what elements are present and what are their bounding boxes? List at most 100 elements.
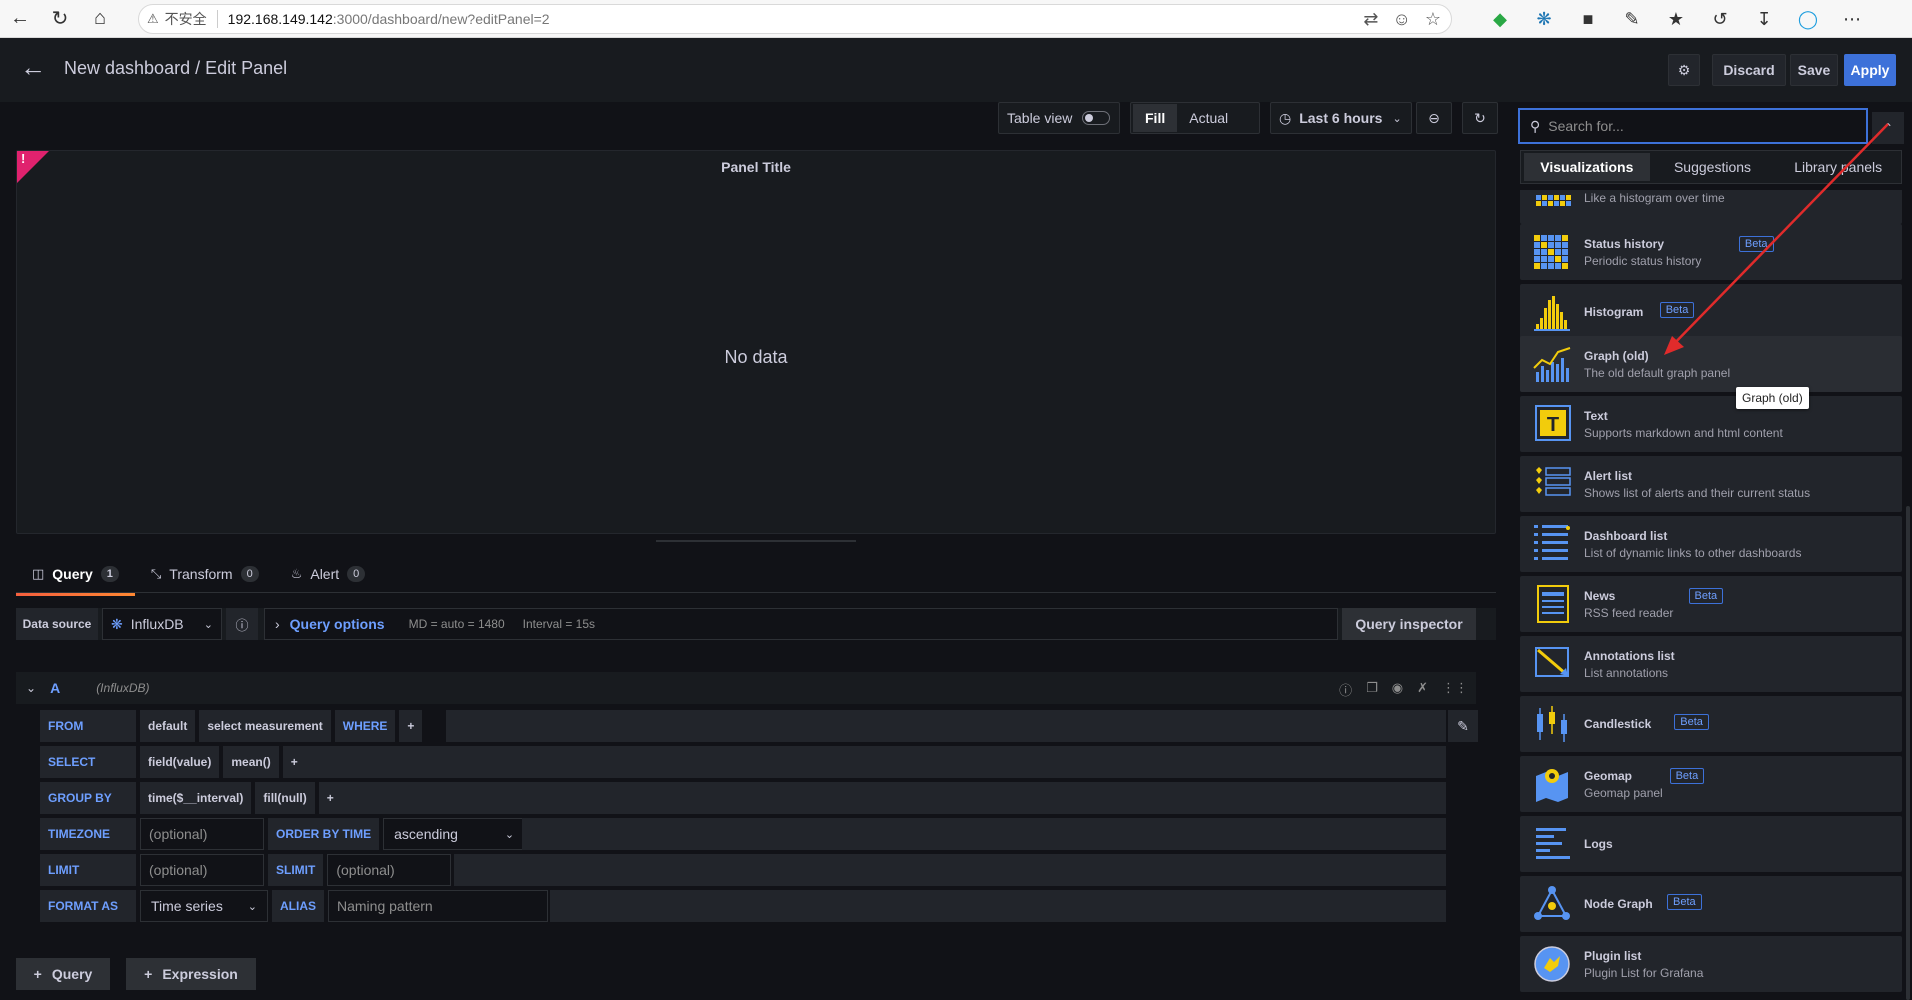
viz-item-name: Status history <box>1584 236 1665 251</box>
discard-button[interactable]: Discard <box>1712 54 1786 86</box>
zoom-out-button[interactable]: ⊖ <box>1416 102 1452 134</box>
drag-handle-icon[interactable]: ⋮⋮ <box>1442 680 1468 699</box>
back-icon[interactable]: ← <box>0 0 40 38</box>
viz-item-dashboard-list[interactable]: Dashboard list List of dynamic links to o… <box>1520 516 1902 572</box>
favorite-icon[interactable]: ☆ <box>1425 9 1441 30</box>
raw-query-button[interactable]: ✎ <box>1448 710 1478 742</box>
edge-icon[interactable]: ◯ <box>1786 9 1830 30</box>
home-icon[interactable]: ⌂ <box>80 0 120 38</box>
tab-library-panels[interactable]: Library panels <box>1775 153 1901 181</box>
add-query-button[interactable]: + Query <box>16 958 110 990</box>
beta-badge: Beta <box>1738 236 1774 252</box>
viz-item-geomap[interactable]: Geomap Geomap panel Beta <box>1520 756 1902 812</box>
viz-item-node-graph[interactable]: Node Graph Beta <box>1520 876 1902 932</box>
pane-resize-handle[interactable] <box>656 540 856 542</box>
help-icon[interactable]: ⓘ <box>1339 680 1352 699</box>
viz-item-news[interactable]: News RSS feed reader Beta <box>1520 576 1902 632</box>
toggle-switch[interactable] <box>1082 111 1111 125</box>
tab-query[interactable]: ◫ Query 1 <box>16 556 135 596</box>
datasource-picker[interactable]: ❋ InfluxDB ⌄ <box>102 608 222 640</box>
select-field[interactable]: field(value) <box>140 746 220 778</box>
viz-item-heatmap[interactable]: Like a histogram over time <box>1520 190 1902 224</box>
viz-search-input[interactable]: ⚲ Search for... <box>1518 108 1868 144</box>
viz-item-histogram[interactable]: Histogram Beta <box>1520 284 1902 340</box>
more-icon[interactable]: ⋯ <box>1830 9 1874 30</box>
viz-item-text: Histogram <box>1584 305 1643 319</box>
beta-badge: Beta <box>1674 714 1709 730</box>
viz-item-alert-list[interactable]: Alert list Shows list of alerts and their… <box>1520 456 1902 512</box>
viz-item-description: List annotations <box>1584 665 1669 680</box>
retention-policy[interactable]: default <box>140 710 196 742</box>
add-group-by-button[interactable]: + <box>318 782 342 814</box>
scrollbar[interactable] <box>1906 506 1910 1000</box>
extension-icon[interactable]: ❋ <box>1522 9 1566 30</box>
settings-button[interactable]: ⚙ <box>1668 54 1700 86</box>
heatmap-icon <box>1528 190 1576 216</box>
limit-input[interactable]: (optional) <box>140 854 264 886</box>
measurement-select[interactable]: select measurement <box>199 710 331 742</box>
reload-icon[interactable]: ↻ <box>40 0 80 38</box>
address-bar[interactable]: ⚠ 不安全 192.168.149.142:3000/dashboard/new… <box>138 4 1452 34</box>
add-select-button[interactable]: + <box>282 746 306 778</box>
add-where-button[interactable]: + <box>399 710 423 742</box>
actual-option[interactable]: Actual <box>1177 104 1240 132</box>
viz-item-annotations-list[interactable]: Annotations list List annotations <box>1520 636 1902 692</box>
group-by-fill[interactable]: fill(null) <box>255 782 315 814</box>
eye-icon[interactable]: ◉ <box>1392 680 1403 699</box>
tab-alert[interactable]: ♨ Alert 0 <box>275 556 382 592</box>
back-arrow-icon[interactable]: ← <box>20 52 46 83</box>
trash-icon[interactable]: ✗ <box>1417 680 1428 699</box>
datasource-help-button[interactable]: ⓘ <box>226 608 258 640</box>
reader-icon[interactable]: ☺ <box>1392 9 1410 30</box>
viz-item-status-history[interactable]: Status history Periodic status history Bet… <box>1520 224 1902 280</box>
tab-visualizations[interactable]: Visualizations <box>1524 153 1650 181</box>
game-icon[interactable]: ■ <box>1566 9 1610 30</box>
viz-item-graph[interactable]: Graph (old) The old default graph panel <box>1520 336 1902 392</box>
group-by-time[interactable]: time($__interval) <box>140 782 252 814</box>
timezone-input[interactable]: (optional) <box>140 818 264 850</box>
collapse-picker-button[interactable]: ⌃ <box>1872 112 1904 144</box>
format-as-select[interactable]: Time series ⌄ <box>140 890 268 922</box>
chevron-down-icon[interactable]: ⌄ <box>26 681 36 695</box>
query-options[interactable]: › Query options MD = auto = 1480 Interva… <box>264 608 1338 640</box>
table-view-toggle[interactable]: Table view <box>998 102 1120 134</box>
refresh-button[interactable]: ↻ <box>1462 102 1498 134</box>
download-icon[interactable]: ↧ <box>1742 9 1786 30</box>
vertical-splitter[interactable] <box>1498 102 1506 1000</box>
time-range-picker[interactable]: ◷ Last 6 hours ⌄ <box>1270 102 1412 134</box>
format-as-keyword: FORMAT AS <box>40 890 136 922</box>
query-line-select: SELECT field(value) mean() + <box>40 746 1446 778</box>
viz-item-name: Histogram <box>1584 305 1644 319</box>
alias-input[interactable]: Naming pattern <box>328 890 548 922</box>
order-by-select[interactable]: ascending ⌄ <box>383 818 526 850</box>
tab-suggestions[interactable]: Suggestions <box>1650 153 1776 181</box>
add-expression-button[interactable]: + Expression <box>126 958 256 990</box>
line-filler <box>340 782 1446 814</box>
select-function[interactable]: mean() <box>223 746 279 778</box>
viz-item-plugin-list[interactable]: Plugin list Plugin List for Grafana <box>1520 936 1902 992</box>
panel-title[interactable]: Panel Title <box>17 159 1495 175</box>
divider <box>16 592 1496 593</box>
bell-icon: ♨ <box>290 566 303 581</box>
viz-item-candlestick[interactable]: Candlestick Beta <box>1520 696 1902 752</box>
text-icon: T <box>1528 404 1576 444</box>
tab-transform[interactable]: ⤡ Transform 0 <box>135 556 275 592</box>
beta-badge: Beta <box>1659 302 1695 318</box>
translate-icon[interactable]: ⇄ <box>1363 9 1378 30</box>
slimit-input[interactable]: (optional) <box>327 854 452 886</box>
viz-item-logs[interactable]: Logs <box>1520 816 1902 872</box>
viz-item-text[interactable]: T Text Supports markdown and html content <box>1520 396 1902 452</box>
duplicate-icon[interactable]: ❐ <box>1366 680 1378 699</box>
apply-button[interactable]: Apply <box>1844 54 1896 86</box>
history-icon[interactable]: ↺ <box>1698 9 1742 30</box>
query-ref-id[interactable]: A <box>50 680 60 696</box>
save-button[interactable]: Save <box>1790 54 1838 86</box>
query-line-format: FORMAT AS Time series ⌄ ALIAS Naming pat… <box>40 890 1446 922</box>
viz-item-description: Geomap panel <box>1584 785 1663 800</box>
query-inspector-button[interactable]: Query inspector <box>1342 608 1476 640</box>
favorites-icon[interactable]: ★ <box>1654 9 1698 30</box>
fill-option[interactable]: Fill <box>1133 104 1178 132</box>
datasource-label: Data source <box>16 608 98 640</box>
shield-icon[interactable]: ◆ <box>1478 9 1522 30</box>
puzzle-icon[interactable]: ✎ <box>1610 9 1654 30</box>
